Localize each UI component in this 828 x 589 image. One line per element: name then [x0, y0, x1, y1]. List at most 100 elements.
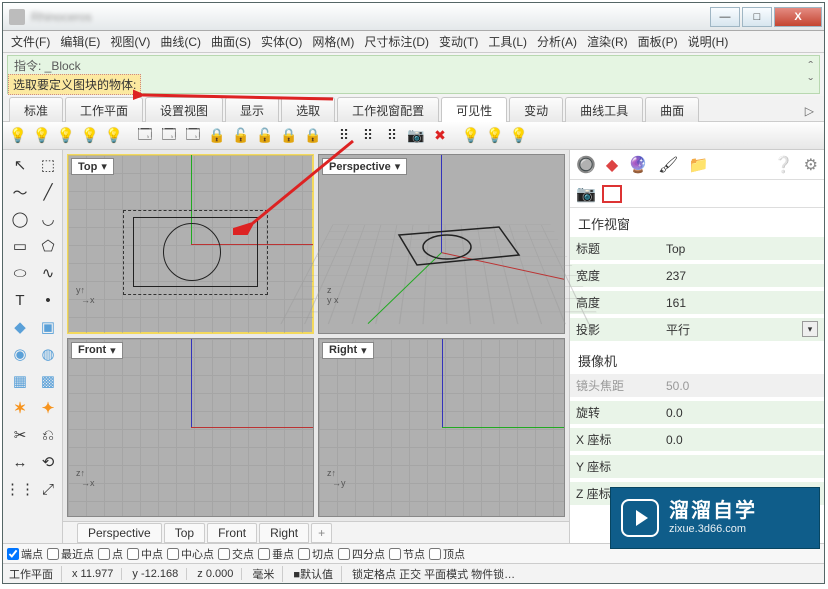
lock-selected-icon[interactable]: 🔒 — [302, 125, 324, 147]
hide-icon[interactable]: 💡 — [31, 125, 53, 147]
settings-tab-icon[interactable]: ⚙ — [804, 155, 818, 175]
menu-panel[interactable]: 面板(P) — [634, 31, 682, 52]
scroll-up-icon[interactable]: ˆ — [808, 58, 813, 74]
osnap-center[interactable]: 中心点 — [167, 546, 214, 562]
rectangle-icon[interactable]: ▭ — [5, 233, 35, 259]
tab-cplane[interactable]: 工作平面 — [65, 97, 143, 122]
prop-y-value[interactable] — [660, 453, 824, 480]
dropdown-icon[interactable]: ▾ — [802, 321, 818, 337]
menu-help[interactable]: 说明(H) — [684, 31, 733, 52]
scale-icon[interactable]: ⤢ — [36, 476, 60, 502]
extrude-icon[interactable]: ▣ — [36, 314, 60, 340]
viewport-front[interactable]: Front▾ z↑ →x — [67, 338, 314, 518]
menu-mesh[interactable]: 网格(M) — [308, 31, 358, 52]
status-units[interactable]: 毫米 — [252, 566, 283, 582]
line-icon[interactable]: ╱ — [36, 179, 60, 205]
text-icon[interactable]: T — [5, 287, 35, 313]
help-tab-icon[interactable]: ❔ — [774, 155, 794, 175]
tab-select[interactable]: 选取 — [281, 97, 335, 122]
scroll-down-icon[interactable]: ˇ — [808, 75, 813, 91]
osnap-int[interactable]: 交点 — [218, 546, 254, 562]
viewport-frame-icon[interactable] — [602, 185, 622, 203]
prop-rotation-value[interactable]: 0.0 — [660, 399, 824, 426]
loft-icon[interactable]: ◉ — [5, 341, 35, 367]
viewtab-top[interactable]: Top — [164, 523, 205, 543]
tab-setview[interactable]: 设置视图 — [145, 97, 223, 122]
menu-view[interactable]: 视图(V) — [106, 31, 154, 52]
viewtab-right[interactable]: Right — [259, 523, 309, 543]
viewtab-front[interactable]: Front — [207, 523, 257, 543]
solid-icon[interactable]: ▦ — [5, 368, 35, 394]
trim-icon[interactable]: ✂ — [5, 422, 35, 448]
command-area[interactable]: 指令: _Block 选取要定义图块的物体: ˆ ˇ — [7, 55, 820, 94]
viewport-right[interactable]: Right▾ z↑ →y — [318, 338, 565, 518]
menu-file[interactable]: 文件(F) — [7, 31, 54, 52]
osnap-tan[interactable]: 切点 — [298, 546, 334, 562]
prop-height-value[interactable]: 161 — [660, 289, 824, 316]
curve-icon[interactable]: ∿ — [36, 260, 60, 286]
close-button[interactable]: X — [774, 7, 822, 27]
prop-title-value[interactable]: Top — [660, 237, 824, 262]
show-icon[interactable]: 💡 — [7, 125, 29, 147]
menu-tools[interactable]: 工具(L) — [484, 31, 531, 52]
tab-viewportlayout[interactable]: 工作视窗配置 — [337, 97, 439, 122]
prop-projection-value[interactable]: 平行▾ — [660, 316, 824, 343]
menu-curve[interactable]: 曲线(C) — [156, 31, 205, 52]
osnap-point[interactable]: 点 — [98, 546, 123, 562]
osnap-knot[interactable]: 节点 — [389, 546, 425, 562]
menu-render[interactable]: 渲染(R) — [583, 31, 632, 52]
points-on-icon[interactable]: ⠿ — [333, 125, 355, 147]
move-icon[interactable]: ↔ — [5, 449, 35, 475]
tab-curvetools[interactable]: 曲线工具 — [565, 97, 643, 122]
viewport-perspective[interactable]: Perspective▾ zy x — [318, 154, 565, 334]
surface-icon[interactable]: ◆ — [5, 314, 35, 340]
split-icon[interactable]: ⎌ — [36, 422, 60, 448]
show-selected-icon[interactable]: 💡 — [484, 125, 506, 147]
hide-cross-icon[interactable]: ✖ — [429, 125, 451, 147]
tab-surface[interactable]: 曲面 — [645, 97, 699, 122]
minimize-button[interactable]: — — [710, 7, 740, 27]
camera-icon[interactable]: 📷 — [576, 184, 596, 204]
status-toggles[interactable]: 锁定格点 正交 平面模式 物件锁… — [352, 566, 515, 582]
tab-display[interactable]: 显示 — [225, 97, 279, 122]
isolate-icon[interactable]: 🗔 — [134, 125, 156, 147]
viewport-top-label[interactable]: Top▾ — [71, 158, 114, 175]
isolate-lock-icon[interactable]: 🗔 — [158, 125, 180, 147]
lasso-icon[interactable]: ⬚ — [36, 152, 60, 178]
rotate-icon[interactable]: ⟲ — [36, 449, 60, 475]
viewport-right-label[interactable]: Right▾ — [322, 342, 374, 359]
menu-edit[interactable]: 编辑(E) — [56, 31, 104, 52]
hide-points-icon[interactable]: 💡 — [103, 125, 125, 147]
show-all-icon[interactable]: 💡 — [460, 125, 482, 147]
menu-surface[interactable]: 曲面(S) — [207, 31, 255, 52]
prop-width-value[interactable]: 237 — [660, 262, 824, 289]
viewport-top[interactable]: Top▾ y↑ →x — [67, 154, 314, 334]
unlock-icon[interactable]: 🔓 — [230, 125, 252, 147]
polyline-icon[interactable]: 〜 — [5, 179, 35, 205]
tab-standard[interactable]: 标准 — [9, 97, 63, 122]
status-plane[interactable]: 工作平面 — [9, 566, 62, 582]
library-tab-icon[interactable]: 📁 — [688, 155, 708, 175]
explode-icon[interactable]: ✶ — [5, 395, 35, 421]
unlock-all-icon[interactable]: 🔓 — [254, 125, 276, 147]
osnap-vertex[interactable]: 顶点 — [429, 546, 465, 562]
lock-icon[interactable]: 🔒 — [206, 125, 228, 147]
status-layer[interactable]: ■默认值 — [293, 566, 342, 582]
hide-camera-icon[interactable]: 📷 — [405, 125, 427, 147]
osnap-mid[interactable]: 中点 — [127, 546, 163, 562]
brush-tab-icon[interactable]: 🖌 — [658, 155, 678, 175]
isolate-swap-icon[interactable]: 🗔 — [182, 125, 204, 147]
mesh-icon[interactable]: ▩ — [36, 368, 60, 394]
render-tab-icon[interactable]: 🔮 — [628, 155, 648, 175]
circle-icon[interactable]: ◯ — [5, 206, 35, 232]
hide-swap-icon[interactable]: 💡 — [55, 125, 77, 147]
array-icon[interactable]: ⋮⋮ — [5, 476, 35, 502]
osnap-quad[interactable]: 四分点 — [338, 546, 385, 562]
arc-icon[interactable]: ◡ — [36, 206, 60, 232]
pointer-icon[interactable]: ↖ — [5, 152, 35, 178]
osnap-perp[interactable]: 垂点 — [258, 546, 294, 562]
prop-x-value[interactable]: 0.0 — [660, 426, 824, 453]
hide-select-icon[interactable]: 💡 — [79, 125, 101, 147]
tab-transform[interactable]: 变动 — [509, 97, 563, 122]
tab-overflow-button[interactable]: ▷ — [801, 101, 818, 121]
